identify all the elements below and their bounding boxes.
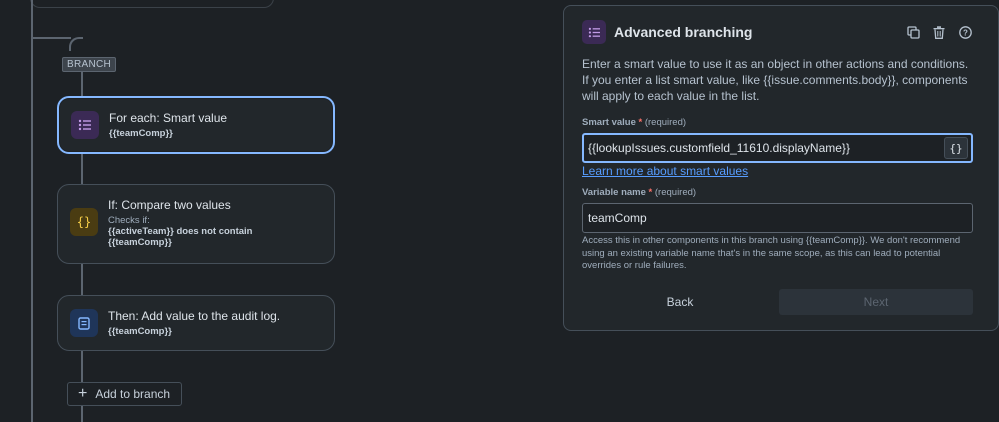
panel-header: Advanced branching (582, 20, 752, 44)
node-detail-line2: {{teamComp}} (108, 237, 172, 248)
node-if-compare[interactable]: {} If: Compare two values Checks if: {{a… (57, 184, 335, 264)
node-then-audit-log[interactable]: Then: Add value to the audit log. {{team… (57, 295, 335, 351)
variable-help-text: Access this in other components in this … (582, 235, 961, 271)
panel-actions: ? (906, 25, 972, 39)
learn-more-link[interactable]: Learn more about smart values (582, 164, 748, 178)
smart-value-text[interactable]: {{lookupIssues.customfield_11610.display… (588, 141, 944, 155)
main-flow-line (31, 0, 33, 422)
previous-node-card[interactable] (30, 0, 274, 8)
branch-connector (31, 37, 71, 39)
variable-name-label-text: Variable name (582, 187, 646, 198)
braces-icon: {} (70, 208, 98, 236)
add-to-branch-label: Add to branch (95, 387, 171, 401)
branch-corner (69, 37, 83, 51)
branch-label: BRANCH (62, 57, 117, 72)
next-button[interactable]: Next (779, 289, 973, 315)
list-icon (71, 111, 99, 139)
insert-smart-value-button[interactable]: {} (944, 137, 968, 159)
svg-text:?: ? (963, 28, 968, 37)
required-asterisk: * (638, 117, 643, 128)
document-icon (70, 309, 98, 337)
node-detail-line1: {{activeTeam}} does not contain (108, 226, 253, 237)
smart-value-label-text: Smart value (582, 117, 636, 128)
plus-icon: + (78, 385, 88, 402)
node-detail: {{teamComp}} (108, 326, 172, 337)
smart-value-label: Smart value * (required) (582, 117, 686, 128)
node-title: Then: Add value to the audit log. (108, 309, 281, 323)
trash-icon[interactable] (932, 25, 946, 39)
help-icon[interactable]: ? (958, 25, 972, 39)
panel-description: Enter a smart value to use it as an obje… (582, 57, 969, 103)
node-for-each[interactable]: For each: Smart value {{teamComp}} (57, 96, 335, 154)
smart-value-input[interactable]: {{lookupIssues.customfield_11610.display… (582, 133, 973, 163)
node-detail: {{teamComp}} (109, 128, 173, 139)
list-icon (582, 20, 606, 44)
back-button[interactable]: Back (582, 289, 778, 315)
variable-name-label: Variable name * (required) (582, 187, 696, 198)
node-sub: Checks if: (108, 215, 150, 226)
required-text: (required) (654, 187, 697, 198)
duplicate-icon[interactable] (906, 25, 920, 39)
variable-name-input[interactable]: teamComp (582, 203, 973, 233)
automation-canvas: BRANCH For each: Smart value {{teamComp}… (0, 0, 999, 422)
node-title: If: Compare two values (108, 198, 231, 212)
required-asterisk: * (648, 187, 653, 198)
node-title: For each: Smart value (109, 111, 228, 125)
advanced-branching-panel: Advanced branching ? Enter a smart value… (563, 5, 999, 331)
required-text: (required) (644, 117, 687, 128)
add-to-branch-button[interactable]: + Add to branch (67, 382, 182, 406)
panel-title: Advanced branching (614, 24, 753, 40)
